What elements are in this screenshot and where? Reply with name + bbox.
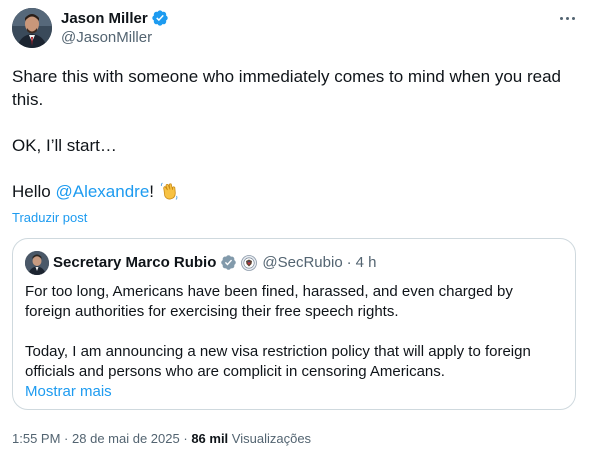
quoted-author-name[interactable]: Secretary Marco Rubio [53,254,216,271]
quoted-post-text: For too long, Americans have been fined,… [25,282,561,402]
tweet-line-2: OK, I’ll start… [12,136,117,155]
tweet-exclamation: ! [149,182,155,201]
separator-dot: · [346,254,352,271]
quoted-post-header: Secretary Marco Rubio @SecRubio · 4 h [53,254,377,271]
author-name-row: Jason Miller [61,8,169,28]
mention-link[interactable]: @Alexandre [55,182,149,201]
waving-hand-icon [159,181,179,201]
more-dot [571,16,575,20]
us-flag-seal-icon [241,254,258,271]
post-metadata: 1:55 PM · 28 de mai de 2025 · 86 mil Vis… [12,431,311,446]
views-count[interactable]: 86 mil [191,431,228,446]
author-handle[interactable]: @JasonMiller [61,29,152,46]
government-verified-badge-icon[interactable] [220,254,237,271]
tweet-line-3: Hello @Alexandre! [12,180,578,203]
post-time[interactable]: 1:55 PM [12,431,60,446]
quoted-author-handle[interactable]: @SecRubio [262,254,342,271]
quoted-post-time[interactable]: 4 h [356,254,377,271]
quoted-paragraph-2: Today, I am announcing a new visa restri… [25,343,531,380]
separator-dot: · [183,431,188,446]
tweet: Jason Miller @JasonMiller Share this wit… [0,0,590,457]
author-avatar[interactable] [12,8,52,48]
translate-post-link[interactable]: Traduzir post [12,210,87,225]
more-dot [559,16,563,20]
tweet-text: Share this with someone who immediately … [12,65,578,203]
quoted-post-card[interactable]: Secretary Marco Rubio @SecRubio · 4 h Fo… [12,238,576,410]
post-date[interactable]: 28 de mai de 2025 [72,431,180,446]
more-options-icon[interactable] [556,10,578,26]
profile-photo [12,8,52,48]
profile-photo [25,251,49,275]
tweet-line-1: Share this with someone who immediately … [12,67,561,109]
separator-dot: · [64,431,69,446]
quoted-paragraph-1: For too long, Americans have been fined,… [25,283,513,320]
show-more-link[interactable]: Mostrar mais [25,382,561,402]
verified-badge-icon[interactable] [151,9,169,27]
quoted-author-avatar[interactable] [25,251,49,275]
author-display-name[interactable]: Jason Miller [61,10,148,27]
views-label[interactable]: Visualizações [232,431,311,446]
tweet-greeting: Hello [12,182,56,201]
more-dot [565,16,569,20]
